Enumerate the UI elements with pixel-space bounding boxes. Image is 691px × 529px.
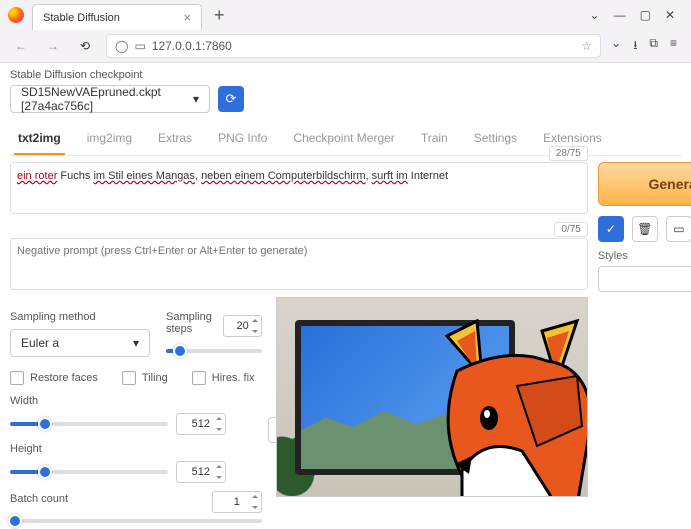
refresh-checkpoint-button[interactable]: ⟳ — [218, 86, 244, 112]
width-label: Width — [10, 395, 226, 407]
refresh-icon: ⟳ — [226, 91, 237, 107]
sampling-steps-slider[interactable] — [166, 349, 262, 353]
url-input[interactable]: ◯ ▭ 127.0.0.1:7860 ☆ — [106, 34, 601, 58]
sampling-steps-label: Sampling steps — [166, 311, 223, 335]
fox-illustration — [427, 316, 588, 497]
apply-style-button[interactable]: ✓ — [598, 216, 624, 242]
generate-button[interactable]: Generate — [598, 162, 691, 206]
window-close-button[interactable]: ✕ — [665, 8, 675, 22]
negative-prompt-input[interactable] — [10, 238, 588, 290]
hires-fix-checkbox[interactable]: Hires. fix — [192, 371, 255, 385]
page-icon: ▭ — [134, 39, 145, 53]
checkpoint-label: Stable Diffusion checkpoint — [10, 69, 681, 81]
downloads-icon[interactable]: ⭳ — [633, 36, 637, 57]
batch-count-label: Batch count — [10, 493, 68, 505]
pocket-icon[interactable]: ⌄ — [611, 36, 621, 57]
tab-img2img[interactable]: img2img — [83, 123, 136, 155]
card-icon: ▭ — [673, 222, 684, 236]
browser-tab[interactable]: Stable Diffusion × — [32, 4, 202, 30]
prompt-input[interactable]: ein roter Fuchs im Stil eines Mangas, ne… — [10, 162, 588, 214]
batch-count-slider[interactable] — [10, 519, 262, 523]
tool-button-3[interactable]: ▭ — [666, 216, 691, 242]
back-button[interactable]: ← — [10, 35, 32, 57]
checkpoint-value: SD15NewVAEpruned.ckpt [27a4ac756c] — [21, 85, 193, 113]
restore-faces-checkbox[interactable]: Restore faces — [10, 371, 98, 385]
sampling-method-dropdown[interactable]: Euler a ▾ — [10, 329, 150, 357]
address-bar: ← → ⟲ ◯ ▭ 127.0.0.1:7860 ☆ ⌄ ⭳ ⧉ ≡ — [0, 30, 691, 62]
checkpoint-dropdown[interactable]: SD15NewVAEpruned.ckpt [27a4ac756c] ▾ — [10, 85, 210, 113]
check-icon: ✓ — [606, 222, 616, 236]
extensions-icon[interactable]: ⧉ — [649, 36, 658, 57]
negprompt-token-counter: 0/75 — [554, 222, 587, 237]
prompt-token-counter: 28/75 — [549, 146, 588, 161]
sampling-method-label: Sampling method — [10, 311, 150, 323]
tiling-checkbox[interactable]: Tiling — [122, 371, 168, 385]
tab-extras[interactable]: Extras — [154, 123, 196, 155]
styles-dropdown[interactable]: × ▾ — [598, 266, 691, 292]
batch-count-input[interactable]: 1 — [212, 491, 262, 513]
tab-title: Stable Diffusion — [43, 12, 120, 24]
window-minimize-button[interactable]: — — [614, 8, 626, 22]
width-slider[interactable] — [10, 422, 168, 426]
output-preview — [276, 297, 588, 497]
menu-icon[interactable]: ≡ — [670, 36, 677, 57]
reload-button[interactable]: ⟲ — [74, 35, 96, 57]
chevron-down-icon: ▾ — [133, 336, 139, 350]
tab-txt2img[interactable]: txt2img — [14, 123, 65, 155]
styles-label: Styles — [598, 250, 691, 262]
chevron-down-icon: ▾ — [193, 92, 199, 106]
browser-tab-bar: Stable Diffusion × + ⌄ — ▢ ✕ — [0, 0, 691, 30]
firefox-logo-icon — [8, 7, 24, 23]
url-text: 127.0.0.1:7860 — [152, 39, 232, 53]
chevron-down-icon[interactable]: ⌄ — [590, 8, 600, 22]
shield-icon: ◯ — [115, 39, 128, 53]
tab-train[interactable]: Train — [417, 123, 452, 155]
height-label: Height — [10, 443, 226, 455]
close-tab-icon[interactable]: × — [183, 10, 191, 25]
tab-checkpoint-merger[interactable]: Checkpoint Merger — [289, 123, 398, 155]
window-maximize-button[interactable]: ▢ — [640, 8, 651, 22]
forward-button: → — [42, 35, 64, 57]
tab-settings[interactable]: Settings — [470, 123, 521, 155]
width-input[interactable]: 512 — [176, 413, 226, 435]
sampling-method-value: Euler a — [21, 336, 59, 350]
height-input[interactable]: 512 — [176, 461, 226, 483]
clear-prompt-button[interactable]: 🗑 — [632, 216, 658, 242]
tab-pnginfo[interactable]: PNG Info — [214, 123, 271, 155]
bookmark-star-icon[interactable]: ☆ — [581, 39, 592, 53]
sampling-steps-input[interactable]: 20 — [223, 315, 262, 337]
trash-icon: 🗑 — [637, 222, 652, 236]
height-slider[interactable] — [10, 470, 168, 474]
new-tab-button[interactable]: + — [206, 5, 233, 26]
